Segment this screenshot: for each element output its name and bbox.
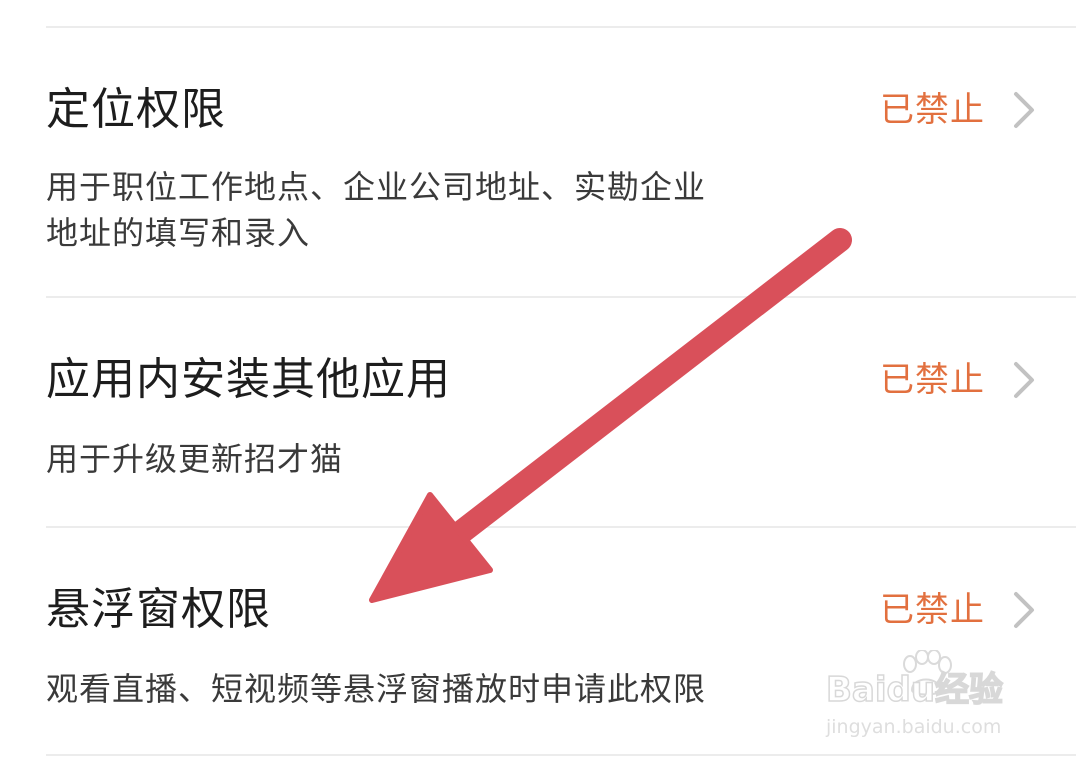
description-line: 观看直播、短视频等悬浮窗播放时申请此权限 <box>46 670 707 708</box>
chevron-right-icon <box>1014 92 1034 128</box>
description-line: 用于升级更新招才猫 <box>46 440 344 478</box>
watermark-url: jingyan.baidu.com <box>826 716 1002 738</box>
permission-status: 已禁止 <box>880 590 985 630</box>
permission-description: 观看直播、短视频等悬浮窗播放时申请此权限 <box>46 666 786 712</box>
description-line: 地址的填写和录入 <box>46 214 311 252</box>
chevron-right-icon <box>1014 362 1034 398</box>
description-line: 用于职位工作地点、企业公司地址、实勘企业 <box>46 168 707 206</box>
permission-row-location[interactable]: 定位权限 已禁止 用于职位工作地点、企业公司地址、实勘企业 地址的填写和录入 <box>0 28 1076 296</box>
permission-description: 用于职位工作地点、企业公司地址、实勘企业 地址的填写和录入 <box>46 164 786 256</box>
permission-title: 悬浮窗权限 <box>46 584 271 635</box>
permission-settings-page: 定位权限 已禁止 用于职位工作地点、企业公司地址、实勘企业 地址的填写和录入 应… <box>0 0 1076 768</box>
permission-title: 应用内安装其他应用 <box>46 354 451 405</box>
permission-title: 定位权限 <box>46 84 226 135</box>
permission-status: 已禁止 <box>880 90 985 130</box>
permission-row-install-apps[interactable]: 应用内安装其他应用 已禁止 用于升级更新招才猫 <box>0 298 1076 526</box>
chevron-right-icon <box>1014 592 1034 628</box>
watermark-brand: Baidu经验 <box>825 669 1004 711</box>
permission-status: 已禁止 <box>880 360 985 400</box>
permission-description: 用于升级更新招才猫 <box>46 436 786 482</box>
baidu-watermark: Baidu经验 jingyan.baidu.com <box>825 648 1026 748</box>
divider <box>46 754 1076 756</box>
